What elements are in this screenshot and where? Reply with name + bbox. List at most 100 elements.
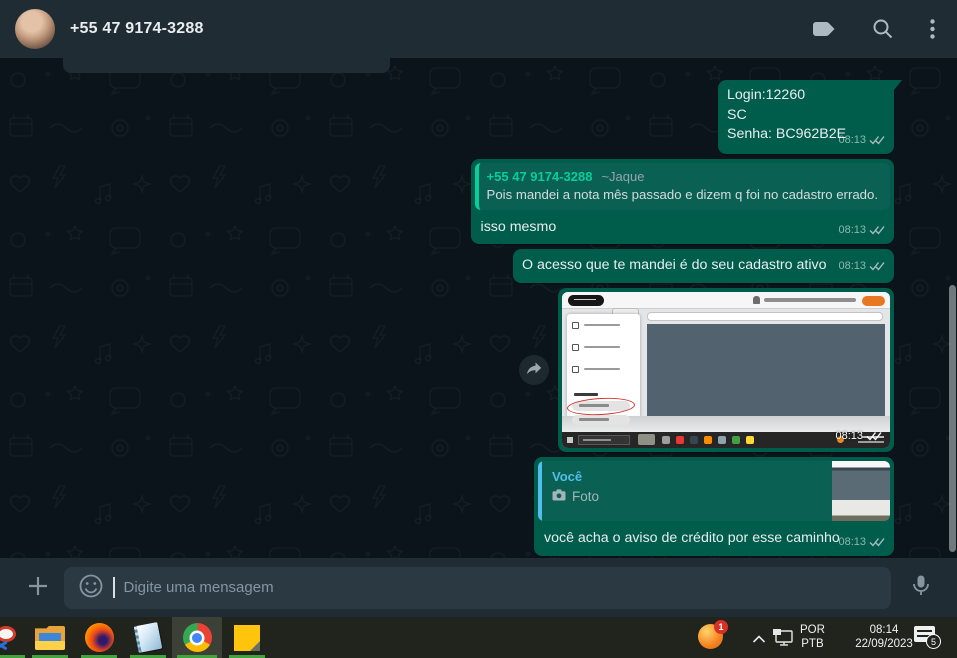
message-time: 08:13 — [838, 259, 866, 272]
outgoing-message-credentials[interactable]: Login:12260 SC Senha: BC962B2E 08:13 — [718, 80, 902, 154]
image-message-row: 08:13 — [519, 287, 894, 452]
message-text: SC — [727, 106, 747, 123]
mock-start-icon — [567, 436, 573, 443]
outgoing-message-with-photo-quote[interactable]: Você Foto você acha o aviso de crédito p… — [534, 456, 894, 556]
menu-button[interactable] — [930, 19, 935, 39]
outgoing-message-with-quote[interactable]: +55 47 9174-3288 ~Jaque Pois mandei a no… — [470, 158, 894, 244]
message-time: 08:13 — [835, 429, 863, 442]
taskbar-firefox[interactable] — [76, 617, 122, 658]
mock-content-pane — [647, 323, 885, 416]
tray-alert-app[interactable]: 1 — [698, 620, 728, 649]
outgoing-message-text[interactable]: O acesso que te mandei é do seu cadastro… — [513, 248, 894, 283]
taskbar-sticky-notes[interactable] — [224, 617, 270, 658]
taskbar-notepad[interactable] — [125, 617, 171, 658]
emoji-smiley-icon — [78, 573, 104, 602]
emoji-button[interactable] — [78, 573, 104, 602]
mock-user-name-text — [764, 297, 856, 302]
voice-message-button[interactable] — [901, 568, 941, 608]
header-actions — [812, 18, 935, 40]
tray-show-hidden-icons[interactable] — [752, 632, 766, 647]
keyboard-layout: PTB — [801, 638, 824, 650]
mock-app-icon — [746, 435, 754, 444]
taskbar-snipping-tool[interactable] — [0, 617, 30, 658]
quoted-photo-message[interactable]: Você Foto — [538, 460, 890, 521]
quote-header: +55 47 9174-3288 ~Jaque — [487, 169, 878, 184]
read-receipt-icon — [869, 132, 885, 148]
message-meta: 08:13 — [838, 132, 885, 148]
message-composer: Digite uma mensagem — [0, 558, 957, 617]
outgoing-image-message[interactable]: 08:13 — [558, 287, 894, 452]
search-button[interactable] — [872, 18, 894, 40]
file-explorer-icon — [35, 625, 65, 650]
chrome-icon — [182, 623, 212, 652]
forward-arrow-icon — [526, 361, 542, 378]
message-text: O acesso que te mandei é do seu cadastro… — [522, 256, 827, 273]
quote-photo-thumbnail — [832, 460, 890, 521]
quote-media-row: Foto — [552, 489, 822, 504]
quote-author-suffix: ~Jaque — [601, 168, 645, 184]
whatsapp-desktop-window: +55 47 9174-3288 Login:12260 SC Senha: B… — [0, 0, 957, 658]
message-text: Login:12260 — [727, 87, 806, 103]
forward-button[interactable] — [519, 354, 549, 385]
microphone-icon — [911, 574, 931, 601]
mock-app-icon — [662, 435, 670, 444]
label-icon — [812, 21, 836, 37]
mock-logout-button — [862, 295, 885, 306]
message-meta: 08:13 — [835, 428, 882, 444]
mock-report-item — [572, 414, 630, 425]
label-button[interactable] — [812, 21, 836, 37]
tray-language-indicator[interactable]: POR PTB — [800, 623, 825, 651]
mock-app-icon — [704, 435, 712, 444]
mock-app-icon — [690, 435, 698, 444]
read-receipt-icon — [866, 428, 882, 444]
quote-author: +55 47 9174-3288 — [486, 168, 593, 184]
mock-app-icon — [732, 435, 740, 444]
message-time: 08:13 — [838, 133, 866, 146]
quote-media-label: Foto — [572, 488, 600, 504]
taskbar-file-explorer[interactable] — [27, 617, 73, 658]
mock-menu-item — [572, 321, 632, 330]
sticky-notes-icon — [234, 624, 260, 651]
message-meta: 08:13 — [838, 222, 885, 238]
messages-column: Login:12260 SC Senha: BC962B2E 08:13 +55… — [0, 58, 957, 558]
chat-header: +55 47 9174-3288 — [0, 0, 957, 58]
quoted-message[interactable]: +55 47 9174-3288 ~Jaque Pois mandei a no… — [474, 162, 890, 210]
input-placeholder: Digite uma mensagem — [123, 579, 274, 596]
message-meta: 08:13 — [838, 534, 885, 550]
camera-icon — [552, 488, 566, 504]
contact-avatar[interactable] — [15, 9, 55, 49]
notification-count-badge: 5 — [926, 634, 941, 649]
action-center-button[interactable]: 5 — [914, 626, 941, 649]
mock-app-icon — [676, 435, 684, 444]
mock-menu-item — [572, 365, 632, 374]
alert-badge: 1 — [714, 620, 728, 634]
chat-scrollbar-thumb[interactable] — [949, 285, 956, 552]
text-cursor — [113, 577, 115, 598]
read-receipt-icon — [869, 534, 885, 550]
windows-taskbar: 1 POR PTB 08:14 22/09/2023 5 — [0, 617, 957, 658]
network-icon — [772, 629, 794, 649]
message-text: isso mesmo — [480, 218, 557, 235]
notepad-icon — [133, 621, 163, 654]
quote-author: Você — [552, 468, 583, 484]
message-time: 08:13 — [838, 535, 866, 548]
attach-button[interactable] — [18, 568, 58, 608]
mock-app-icon — [718, 435, 726, 444]
language-code: POR — [800, 624, 825, 636]
message-time: 08:13 — [838, 223, 866, 236]
message-input[interactable]: Digite uma mensagem — [64, 566, 891, 609]
quote-content: Você Foto — [542, 461, 832, 521]
message-list: Login:12260 SC Senha: BC962B2E 08:13 +55… — [0, 58, 957, 558]
screenshot-image[interactable]: 08:13 — [562, 291, 890, 448]
message-meta: 08:13 — [838, 258, 885, 274]
mock-taskbar-search — [578, 434, 630, 445]
tray-network[interactable] — [772, 628, 794, 649]
plus-icon — [27, 575, 49, 600]
notification-icon: 5 — [914, 626, 941, 649]
snipping-tool-icon — [0, 625, 20, 651]
mock-app-logo — [568, 294, 604, 306]
contact-name[interactable]: +55 47 9174-3288 — [70, 20, 204, 38]
firefox-icon — [84, 623, 114, 652]
mock-search-bar — [647, 311, 883, 321]
taskbar-chrome-active[interactable] — [172, 617, 222, 658]
